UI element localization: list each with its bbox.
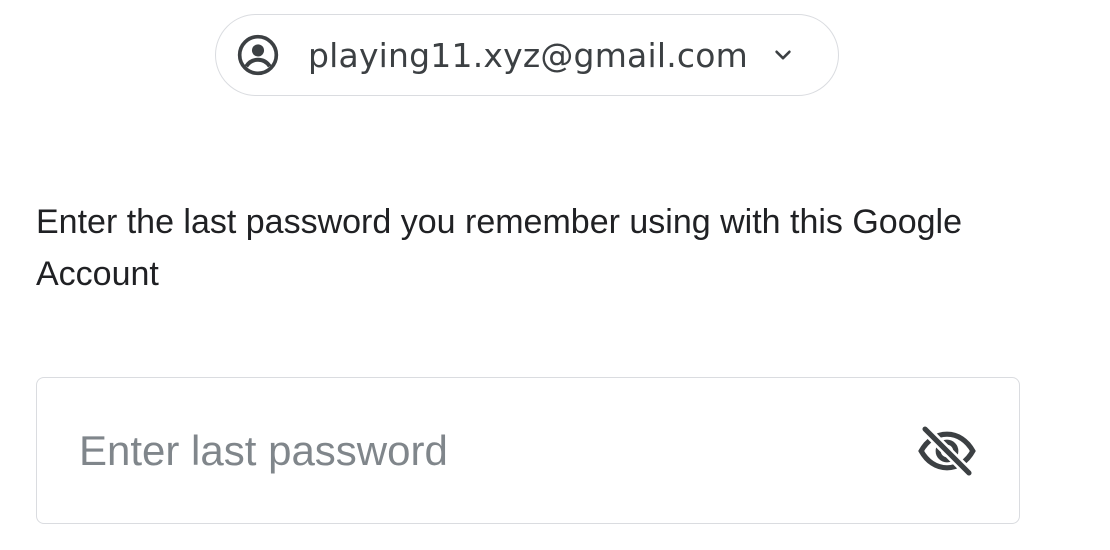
instruction-text: Enter the last password you remember usi… (36, 203, 963, 293)
last-password-input[interactable] (37, 377, 907, 524)
account-email: playing11.xyz@gmail.com (308, 35, 748, 75)
account-chip[interactable]: playing11.xyz@gmail.com (215, 14, 839, 96)
chevron-down-icon[interactable] (770, 42, 796, 68)
visibility-off-icon[interactable] (907, 411, 987, 491)
password-recovery-page: playing11.xyz@gmail.com Enter the last p… (0, 0, 1110, 550)
last-password-field[interactable] (36, 377, 1020, 524)
account-circle-icon (236, 33, 280, 77)
